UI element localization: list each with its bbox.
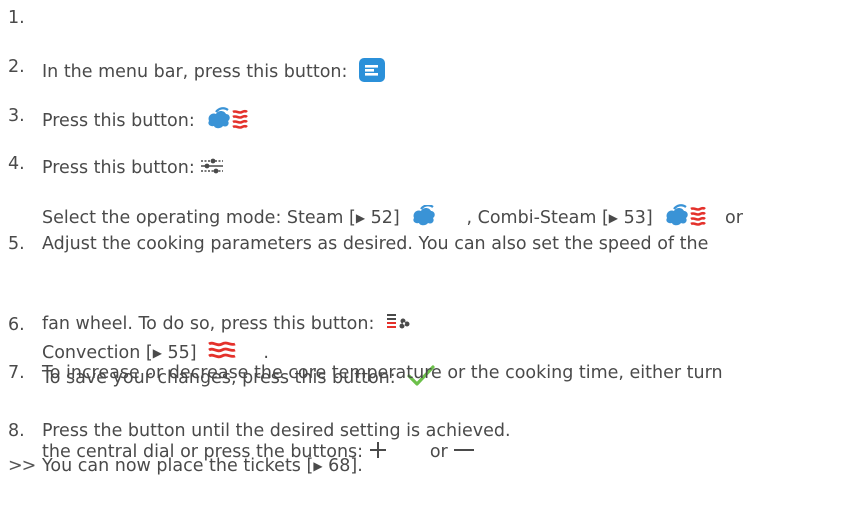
step-number: 4. — [8, 154, 25, 174]
result-line: >> You can now place the tickets [▶ 68]. — [8, 452, 848, 480]
step-number: 1. — [8, 8, 25, 28]
step-number: 7. — [8, 363, 25, 383]
step-number: 2. — [8, 57, 25, 77]
result-text: You can now place the tickets [ — [42, 456, 314, 476]
reference-arrow: ▶ — [313, 459, 323, 473]
plus-icon — [369, 385, 425, 515]
page-reference: 53] — [618, 208, 659, 228]
step-number: 3. — [8, 106, 25, 126]
instruction-list: 1. In the menu bar, press this button: 2… — [0, 0, 856, 489]
step-text: , Combi-Steam [ — [466, 208, 609, 228]
page-reference[interactable]: 68]. — [323, 456, 363, 476]
step-number: 8. — [8, 421, 25, 441]
step-text: Select the operating mode: Steam [ — [42, 208, 356, 228]
step-text: or — [719, 208, 743, 228]
step-text: To increase or decrease the core tempera… — [42, 363, 723, 383]
step-text: Adjust the cooking parameters as desired… — [42, 234, 709, 254]
step-8: 8. Press the button until the desired se… — [8, 417, 848, 445]
step-text: Press the button until the desired setti… — [42, 421, 511, 441]
reference-arrow: ▶ — [355, 211, 366, 225]
step-number: 5. — [8, 234, 25, 254]
result-marker: >> — [8, 456, 36, 476]
minus-icon — [453, 385, 509, 515]
step-number: 6. — [8, 315, 25, 335]
reference-arrow: ▶ — [608, 211, 619, 225]
page-reference: 52] — [365, 208, 406, 228]
